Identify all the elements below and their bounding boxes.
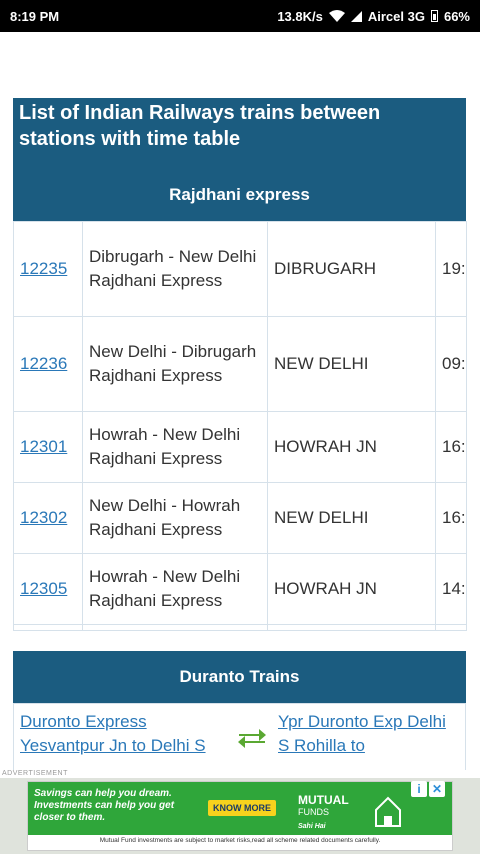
ad-green-panel: Savings can help you dream. Investments …	[28, 782, 452, 835]
rajdhani-train-table: 12235 Dibrugarh - New Delhi Rajdhani Exp…	[13, 221, 467, 631]
ad-know-more-button[interactable]: KNOW MORE	[208, 800, 276, 816]
train-departure-time: 19:	[435, 221, 467, 317]
ad-info-icon[interactable]: i	[411, 781, 427, 797]
train-number-link[interactable]: 12301	[20, 437, 67, 456]
house-icon	[375, 796, 401, 827]
table-row: 12305 Howrah - New Delhi Rajdhani Expres…	[13, 553, 467, 625]
train-number-link[interactable]: 12235	[20, 259, 67, 278]
train-name: Howrah - New Delhi Rajdhani Express	[82, 553, 268, 625]
train-name: New Delhi - Howrah Rajdhani Express	[82, 482, 268, 554]
duranto-section-title: Duranto Trains	[13, 651, 466, 703]
wifi-icon	[328, 10, 345, 22]
network-speed: 13.8K/s	[277, 8, 323, 24]
ad-brand-line1: MUTUAL	[298, 793, 349, 807]
ad-creative[interactable]: Savings can help you dream. Investments …	[27, 781, 453, 851]
duranto-links: Duronto Express Yesvantpur Jn to Delhi S…	[13, 703, 466, 770]
status-right: 13.8K/s Aircel 3G 66%	[277, 9, 470, 24]
duranto-left-link[interactable]: Duronto Express Yesvantpur Jn to Delhi S	[20, 712, 206, 755]
table-row	[13, 624, 467, 631]
train-departure-time: 16:	[435, 482, 467, 554]
table-row: 12236 New Delhi - Dibrugarh Rajdhani Exp…	[13, 316, 467, 412]
ad-brand-tag: Sahi Hai	[298, 823, 326, 830]
ad-banner[interactable]: Savings can help you dream. Investments …	[0, 778, 480, 854]
signal-icon	[350, 10, 362, 22]
train-number-link[interactable]: 12236	[20, 354, 67, 373]
duranto-right-cell: Ypr Duronto Exp Delhi S Rohilla to	[274, 704, 465, 770]
train-name: Howrah - New Delhi Rajdhani Express	[82, 411, 268, 483]
rajdhani-section-title: Rajdhani express	[13, 169, 466, 221]
train-name: Dibrugarh - New Delhi Rajdhani Express	[82, 221, 268, 317]
table-row: 12235 Dibrugarh - New Delhi Rajdhani Exp…	[13, 221, 467, 317]
duranto-right-link[interactable]: Ypr Duronto Exp Delhi S Rohilla to	[278, 712, 446, 755]
ad-brand-line2: FUNDS	[298, 807, 329, 817]
carrier-name: Aircel 3G	[367, 8, 425, 24]
train-departure-time: 14:	[435, 553, 467, 625]
train-number-link[interactable]: 12305	[20, 579, 67, 598]
ad-brand: MUTUAL FUNDS Sahi Hai	[298, 794, 349, 833]
table-row: 12301 Howrah - New Delhi Rajdhani Expres…	[13, 411, 467, 483]
status-time: 8:19 PM	[10, 8, 60, 24]
swap-icon	[230, 704, 274, 770]
duranto-left-cell: Duronto Express Yesvantpur Jn to Delhi S	[14, 704, 230, 770]
ad-label: ADVERTISEMENT	[2, 770, 68, 777]
table-row: 12302 New Delhi - Howrah Rajdhani Expres…	[13, 482, 467, 554]
ad-controls: i ✕	[411, 781, 445, 797]
train-departure-time: 09:	[435, 316, 467, 412]
ad-headline: Savings can help you dream. Investments …	[34, 788, 175, 823]
train-from-station: NEW DELHI	[267, 482, 436, 554]
ad-close-icon[interactable]: ✕	[429, 781, 445, 797]
battery-level: 66%	[443, 8, 470, 24]
train-from-station: DIBRUGARH	[267, 221, 436, 317]
battery-icon	[430, 10, 438, 22]
train-from-station: NEW DELHI	[267, 316, 436, 412]
train-name: New Delhi - Dibrugarh Rajdhani Express	[82, 316, 268, 412]
train-from-station: HOWRAH JN	[267, 411, 436, 483]
status-bar: 8:19 PM 13.8K/s Aircel 3G 66%	[0, 0, 480, 32]
train-departure-time: 16:	[435, 411, 467, 483]
train-from-station: HOWRAH JN	[267, 553, 436, 625]
train-number-link[interactable]: 12302	[20, 508, 67, 527]
ad-disclaimer: Mutual Fund investments are subject to m…	[99, 837, 381, 844]
page-content[interactable]: List of Indian Railways trains between s…	[0, 32, 480, 770]
